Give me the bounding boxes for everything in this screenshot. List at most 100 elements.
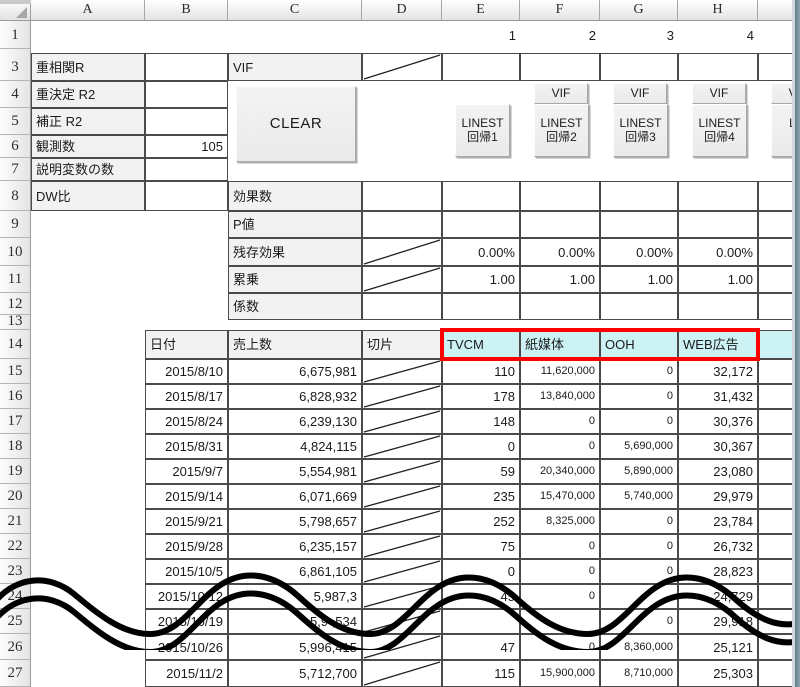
data-header-extra[interactable] xyxy=(758,330,793,359)
cell-ooh-row-26[interactable]: 8,360,000 xyxy=(600,634,678,660)
row-header-7[interactable]: 7 xyxy=(0,158,30,181)
cell-paper-row-25[interactable] xyxy=(520,609,600,634)
carryover-2[interactable]: 0.00% xyxy=(520,238,600,266)
value-dw-ratio[interactable] xyxy=(145,181,228,211)
cell-D11-slash[interactable] xyxy=(362,266,442,293)
p-value-2[interactable] xyxy=(520,211,600,238)
row-header-9[interactable]: 9 xyxy=(0,211,30,238)
row-header-22[interactable]: 22 xyxy=(0,534,30,559)
cell-intercept-row-22[interactable] xyxy=(362,534,442,559)
value-observations[interactable]: 105 xyxy=(145,135,228,158)
cell-tvcm-row-22[interactable]: 75 xyxy=(442,534,520,559)
cell-ooh-row-20[interactable]: 5,740,000 xyxy=(600,484,678,509)
cell-tvcm-row-25[interactable] xyxy=(442,609,520,634)
cell-G3[interactable] xyxy=(600,53,678,81)
row-header-16[interactable]: 16 xyxy=(0,384,30,409)
cell-I11[interactable] xyxy=(758,266,793,293)
cell-intercept-row-23[interactable] xyxy=(362,559,442,584)
row-header-15[interactable]: 15 xyxy=(0,359,30,384)
cell-I3[interactable] xyxy=(758,53,793,81)
row-header-19[interactable]: 19 xyxy=(0,459,30,484)
cell-tvcm-row-19[interactable]: 59 xyxy=(442,459,520,484)
cell-web-row-23[interactable]: 28,823 xyxy=(678,559,758,584)
cell-paper-row-22[interactable]: 0 xyxy=(520,534,600,559)
cell-extra-row-16[interactable] xyxy=(758,384,793,409)
cell-D3-slash[interactable] xyxy=(362,53,442,81)
cell-D10-slash[interactable] xyxy=(362,238,442,266)
cell-ooh-row-15[interactable]: 0 xyxy=(600,359,678,384)
cell-extra-row-21[interactable] xyxy=(758,509,793,534)
cell-date-row-19[interactable]: 2015/9/7 xyxy=(145,459,228,484)
effect-count-4[interactable] xyxy=(678,181,758,211)
effect-count-2[interactable] xyxy=(520,181,600,211)
cell-intercept-row-17[interactable] xyxy=(362,409,442,434)
linest-button-3[interactable]: LINEST 回帰3 xyxy=(613,104,668,157)
cell-web-row-16[interactable]: 31,432 xyxy=(678,384,758,409)
carryover-3[interactable]: 0.00% xyxy=(600,238,678,266)
label-power[interactable]: 累乗 xyxy=(228,266,362,293)
cell-sales-row-26[interactable]: 5,996,415 xyxy=(228,634,362,660)
row-header-24[interactable]: 24 xyxy=(0,584,30,609)
cell-web-row-19[interactable]: 23,080 xyxy=(678,459,758,484)
cell-date-row-25[interactable]: 2015/10/19 xyxy=(145,609,228,634)
value-multiple-r[interactable] xyxy=(145,53,228,81)
cell-ooh-row-22[interactable]: 0 xyxy=(600,534,678,559)
series-index-1[interactable]: 1 xyxy=(442,22,520,49)
cell-sales-row-15[interactable]: 6,675,981 xyxy=(228,359,362,384)
cell-paper-row-16[interactable]: 13,840,000 xyxy=(520,384,600,409)
cell-sales-row-25[interactable]: 5,9 ,534 xyxy=(228,609,362,634)
row-header-13[interactable]: 13 xyxy=(0,315,30,330)
data-header-date[interactable]: 日付 xyxy=(145,330,228,359)
cell-date-row-16[interactable]: 2015/8/17 xyxy=(145,384,228,409)
linest-button-2[interactable]: LINEST 回帰2 xyxy=(534,104,589,157)
cell-tvcm-row-27[interactable]: 115 xyxy=(442,660,520,687)
cell-date-row-26[interactable]: 2015/10/26 xyxy=(145,634,228,660)
cell-date-row-18[interactable]: 2015/8/31 xyxy=(145,434,228,459)
cell-sales-row-23[interactable]: 6,861,105 xyxy=(228,559,362,584)
linest-button-1[interactable]: LINEST 回帰1 xyxy=(455,104,510,157)
cell-intercept-row-26[interactable] xyxy=(362,634,442,660)
clear-button[interactable]: CLEAR xyxy=(236,86,356,162)
cell-paper-row-17[interactable]: 0 xyxy=(520,409,600,434)
cell-date-row-24[interactable]: 2015/10/12 xyxy=(145,584,228,609)
cell-E3[interactable] xyxy=(442,53,520,81)
effect-count-1[interactable] xyxy=(442,181,520,211)
cell-D8[interactable] xyxy=(362,181,442,211)
cell-extra-row-26[interactable] xyxy=(758,634,793,660)
row-header-5[interactable]: 5 xyxy=(0,108,30,135)
cell-web-row-17[interactable]: 30,376 xyxy=(678,409,758,434)
cell-sales-row-17[interactable]: 6,239,130 xyxy=(228,409,362,434)
cell-intercept-row-27[interactable] xyxy=(362,660,442,687)
cell-F3[interactable] xyxy=(520,53,600,81)
cell-extra-row-19[interactable] xyxy=(758,459,793,484)
cell-extra-row-18[interactable] xyxy=(758,434,793,459)
value-adj-r-square[interactable] xyxy=(145,108,228,135)
cell-D9[interactable] xyxy=(362,211,442,238)
cell-extra-row-20[interactable] xyxy=(758,484,793,509)
cell-sales-row-27[interactable]: 5,712,700 xyxy=(228,660,362,687)
data-header-web[interactable]: WEB広告 xyxy=(678,330,758,359)
coefficient-4[interactable] xyxy=(678,293,758,320)
label-adj-r-square[interactable]: 補正 R2 xyxy=(31,108,145,135)
column-header-G[interactable]: G xyxy=(600,0,678,20)
cell-paper-row-24[interactable]: 0 xyxy=(520,584,600,609)
row-header-6[interactable]: 6 xyxy=(0,135,30,158)
cell-ooh-row-27[interactable]: 8,710,000 xyxy=(600,660,678,687)
row-header-10[interactable]: 10 xyxy=(0,238,30,266)
linest-button-4[interactable]: LINEST 回帰4 xyxy=(692,104,747,157)
vif-button-2[interactable]: VIF xyxy=(534,83,588,104)
column-header-D[interactable]: D xyxy=(362,0,442,20)
cell-web-row-21[interactable]: 23,784 xyxy=(678,509,758,534)
label-dw-ratio[interactable]: DW比 xyxy=(31,181,145,211)
cell-intercept-row-20[interactable] xyxy=(362,484,442,509)
cell-ooh-row-24[interactable] xyxy=(600,584,678,609)
label-vif-row[interactable]: VIF xyxy=(228,53,362,81)
cell-extra-row-23[interactable] xyxy=(758,559,793,584)
data-header-paper[interactable]: 紙媒体 xyxy=(520,330,600,359)
row-header-11[interactable]: 11 xyxy=(0,266,30,293)
cell-I10[interactable] xyxy=(758,238,793,266)
row-header-26[interactable]: 26 xyxy=(0,634,30,660)
label-effect-count[interactable]: 効果数 xyxy=(228,181,362,211)
column-header-F[interactable]: F xyxy=(520,0,600,20)
cell-extra-row-25[interactable] xyxy=(758,609,793,634)
